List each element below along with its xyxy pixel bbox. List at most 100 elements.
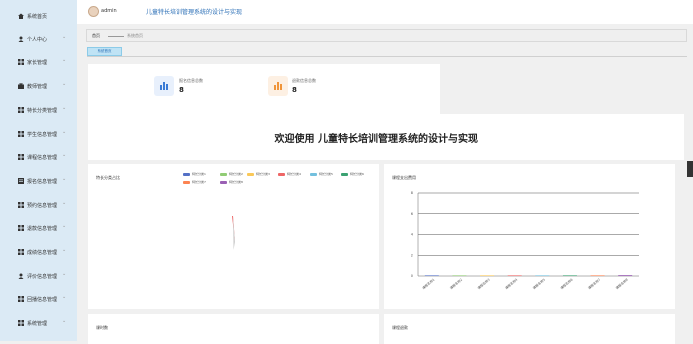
- sidebar-item-label: 个人中心: [27, 37, 48, 43]
- breadcrumb-home[interactable]: 首页: [92, 33, 100, 39]
- y-tick-label: 6: [411, 212, 413, 216]
- class-hours-title: 课时数: [96, 325, 108, 330]
- x-tick-label: 课程名称1: [421, 277, 436, 290]
- grid-icon: [18, 202, 24, 208]
- bar-chart-panel: 课程支出费用 0 2 4 6 8 课程名称1 课程名称2 课程名称3 课程名称4 课程名称5 课程名…: [384, 164, 675, 309]
- grid-icon: [18, 131, 24, 137]
- user-icon: [18, 273, 24, 279]
- sidebar-item-label: 教师管理: [27, 84, 48, 90]
- chevron-down-icon: ⌄: [62, 294, 67, 300]
- sidebar-item[interactable]: 成绩信息管理 ⌄: [0, 244, 77, 260]
- grid-icon: [18, 59, 24, 65]
- tab-label: 系统首页: [97, 49, 112, 53]
- grid-icon: [18, 225, 24, 231]
- signup-stat-value: 8: [179, 86, 184, 94]
- x-tick-label: 课程名称5: [531, 277, 546, 290]
- y-tick-label: 2: [411, 253, 413, 257]
- sidebar-item[interactable]: 课程信息管理 ⌄: [0, 149, 77, 165]
- refund-stat-icon: [268, 76, 288, 96]
- grid-icon: [18, 296, 24, 302]
- x-tick-label: 课程名称6: [559, 277, 574, 290]
- bar: [535, 275, 550, 276]
- avatar[interactable]: [88, 6, 99, 17]
- sidebar-item[interactable]: 系统管理 ⌄: [0, 315, 77, 331]
- chevron-down-icon: ⌄: [62, 34, 67, 40]
- app-title: 儿童特长培训管理系统的设计与实现: [146, 9, 243, 16]
- scrollbar-handle[interactable]: [687, 161, 693, 177]
- sidebar-item[interactable]: 个人中心 ⌄: [0, 31, 77, 47]
- sidebar-item-label: 家长管理: [27, 60, 48, 66]
- sidebar-item-label: 退款信息管理: [27, 226, 58, 232]
- breadcrumb: 首页 系统首页: [86, 29, 687, 42]
- y-tick-label: 8: [411, 191, 413, 195]
- pie-chart-panel: 特长分类占比 特长分类1 特长分类2 特长分类3 特长分类4 特长分类5 特长分类6 特长分…: [88, 164, 379, 309]
- sidebar-item-label: 课程信息管理: [27, 155, 58, 161]
- grid-icon: [18, 320, 24, 326]
- sidebar-item-label: 报名信息管理: [27, 179, 58, 185]
- course-refund-title: 课程退款: [392, 325, 408, 330]
- sidebar: 系统首页 个人中心 ⌄ 家长管理 ⌄ 教师管理 ⌄ 特长分类管理 ⌄ 学生信息管理 ⌄ 课程信息管理 ⌄…: [0, 0, 77, 341]
- home-icon: [18, 13, 24, 19]
- sidebar-item-label: 预约信息管理: [27, 203, 58, 209]
- bar: [590, 275, 605, 276]
- chevron-down-icon: ⌄: [62, 176, 67, 182]
- x-tick-label: 课程名称8: [614, 277, 629, 290]
- breadcrumb-current: 系统首页: [127, 33, 143, 38]
- welcome-text: 欢迎使用 儿童特长培训管理系统的设计与实现: [274, 134, 478, 145]
- sidebar-item[interactable]: 教师管理 ⌄: [0, 78, 77, 94]
- username-label[interactable]: admin: [101, 8, 117, 14]
- bar-chart: 0 2 4 6 8 课程名称1 课程名称2 课程名称3 课程名称4 课程名称5 课程名称6 课程名称7…: [411, 191, 639, 290]
- grid-icon: [18, 107, 24, 113]
- chevron-down-icon: ⌄: [62, 247, 67, 253]
- sidebar-item[interactable]: 学生信息管理 ⌄: [0, 126, 77, 142]
- chevron-down-icon: ⌄: [62, 200, 67, 206]
- sidebar-item-label: 回播信息管理: [27, 297, 58, 303]
- welcome-card: 欢迎使用 儿童特长培训管理系统的设计与实现: [88, 114, 684, 160]
- list-icon: [18, 178, 24, 184]
- briefcase-icon: [18, 83, 24, 89]
- y-tick-label: 4: [411, 233, 414, 237]
- chevron-down-icon: ⌄: [62, 129, 67, 135]
- user-icon: [18, 36, 24, 42]
- signup-stat-icon: [154, 76, 174, 96]
- chevron-down-icon: ⌄: [62, 81, 67, 87]
- x-tick-label: 课程名称7: [587, 277, 602, 290]
- sidebar-item[interactable]: 评价信息管理 ⌄: [0, 268, 77, 284]
- x-tick-label: 课程名称4: [504, 277, 519, 290]
- tab-home[interactable]: 系统首页: [87, 47, 122, 56]
- signup-stat-label: 报名信息总数: [179, 78, 203, 83]
- sidebar-item-label: 成绩信息管理: [27, 250, 58, 256]
- x-tick-label: 课程名称3: [476, 277, 491, 290]
- chevron-down-icon: ⌄: [62, 223, 67, 229]
- sidebar-item-label: 系统管理: [27, 321, 48, 327]
- grid-icon: [18, 249, 24, 255]
- main-content: 首页 系统首页 系统首页 报名信息总数 8 退款信息总数 8 欢迎使用 儿童特长…: [77, 24, 687, 344]
- sidebar-item-label: 特长分类管理: [27, 108, 58, 114]
- sidebar-item[interactable]: 家长管理 ⌄: [0, 54, 77, 70]
- class-hours-panel: 课时数: [88, 314, 379, 344]
- course-refund-panel: 课程退款: [384, 314, 675, 344]
- bar: [452, 275, 467, 276]
- sidebar-item-label: 评价信息管理: [27, 274, 58, 280]
- sidebar-item-label: 系统首页: [27, 14, 48, 20]
- bar: [480, 275, 495, 276]
- bar: [424, 275, 439, 276]
- sidebar-item[interactable]: 退款信息管理 ⌄: [0, 220, 77, 236]
- sidebar-item[interactable]: 预约信息管理 ⌄: [0, 197, 77, 213]
- bar: [618, 275, 633, 276]
- chevron-down-icon: ⌄: [62, 271, 67, 277]
- breadcrumb-separator: [108, 36, 124, 37]
- sidebar-item[interactable]: 特长分类管理 ⌄: [0, 102, 77, 118]
- chevron-down-icon: ⌄: [62, 57, 67, 63]
- x-tick-label: 课程名称2: [449, 277, 464, 290]
- grid-icon: [18, 154, 24, 160]
- bar: [507, 275, 522, 276]
- refund-stat-label: 退款信息总数: [292, 78, 316, 83]
- tab-bar: 系统首页: [87, 47, 687, 57]
- refund-stat-value: 8: [292, 86, 297, 94]
- pie-chart: [232, 216, 235, 250]
- sidebar-item[interactable]: 回播信息管理 ⌄: [0, 291, 77, 307]
- sidebar-item[interactable]: 系统首页: [0, 8, 77, 24]
- sidebar-item-label: 学生信息管理: [27, 132, 58, 138]
- sidebar-item[interactable]: 报名信息管理 ⌄: [0, 173, 77, 189]
